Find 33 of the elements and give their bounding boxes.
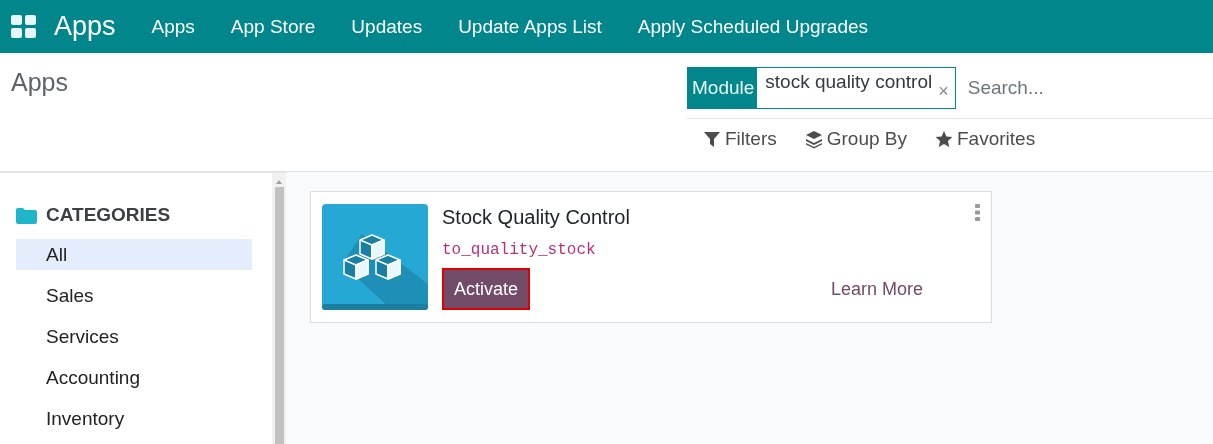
- layers-icon: [804, 129, 823, 149]
- category-item[interactable]: Services: [16, 321, 252, 352]
- menu-item[interactable]: App Store: [212, 15, 334, 38]
- sidebar-heading: CATEGORIES: [46, 204, 171, 226]
- facet-label: Module: [688, 68, 758, 108]
- menu-item[interactable]: Apps: [133, 15, 213, 38]
- page-title: Apps: [11, 68, 68, 98]
- category-item[interactable]: Inventory: [16, 403, 252, 434]
- search-option-button[interactable]: Group By: [804, 128, 907, 150]
- brand-title: Apps: [54, 11, 116, 42]
- apps-menu-icon[interactable]: [10, 13, 38, 40]
- activate-button[interactable]: Activate: [442, 268, 531, 310]
- facet-value: stock quality control: [764, 70, 934, 93]
- category-item[interactable]: All: [16, 239, 252, 270]
- search-option-button[interactable]: Filters: [703, 128, 777, 150]
- cubes-icon: [322, 204, 428, 310]
- search-option-button[interactable]: Favorites: [935, 128, 1036, 150]
- menu-item[interactable]: Update Apps List: [440, 15, 620, 38]
- remove-facet-button[interactable]: ×: [938, 74, 955, 102]
- learn-more-link[interactable]: Learn More: [830, 278, 923, 300]
- category-item[interactable]: Accounting: [16, 362, 252, 393]
- category-item[interactable]: Sales: [16, 280, 252, 311]
- app-name: Stock Quality Control: [442, 206, 630, 229]
- scrollbar-thumb[interactable]: [274, 187, 284, 444]
- technical-name: to_quality_stock: [442, 241, 597, 259]
- menu-item[interactable]: Updates: [333, 15, 441, 38]
- kebab-menu-icon[interactable]: [975, 204, 980, 221]
- menu-item[interactable]: Apply Scheduled Upgrades: [619, 15, 887, 38]
- scroll-up-icon[interactable]: [275, 179, 283, 185]
- search-facet[interactable]: Module stock quality control ×: [687, 67, 956, 109]
- folder-icon: [16, 206, 37, 224]
- star-icon: [935, 129, 953, 149]
- filter-icon: [703, 129, 721, 149]
